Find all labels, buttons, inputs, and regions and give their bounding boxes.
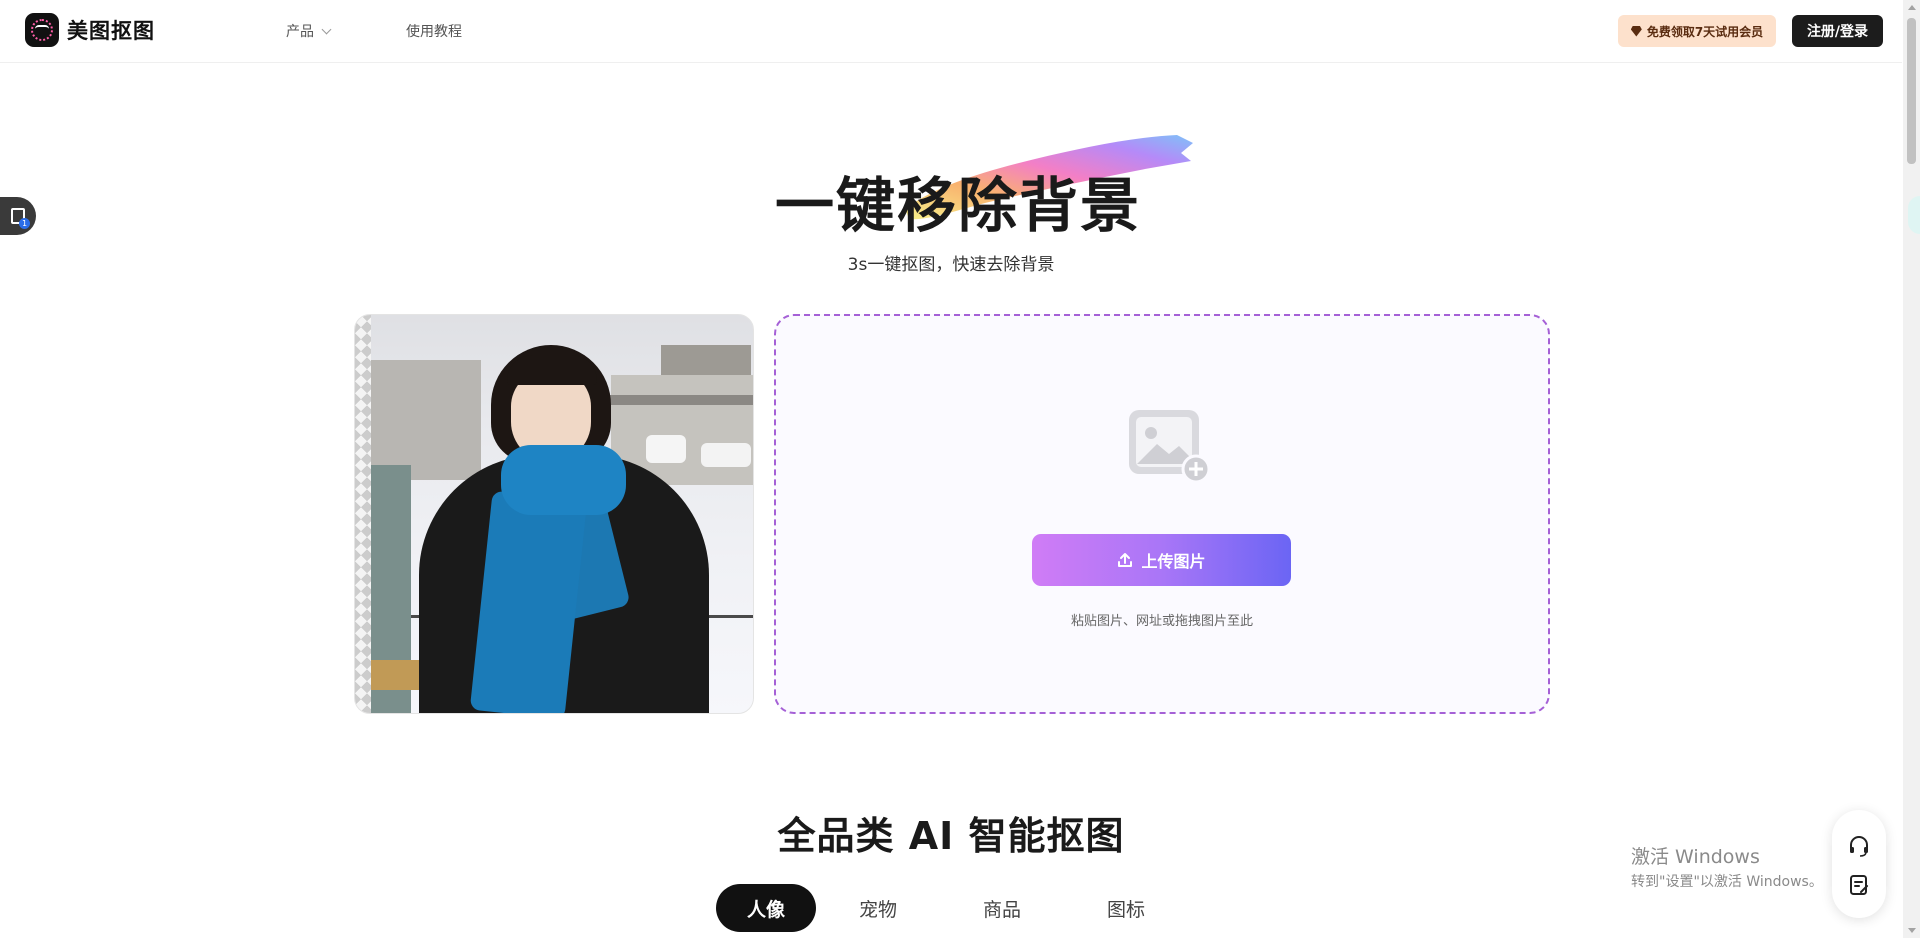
section-title: 全品类 AI 智能抠图: [777, 814, 1125, 858]
top-header: 美图抠图 产品 使用教程 免费领取7天试用会员 注册/登录: [0, 0, 1902, 63]
side-edge-tab[interactable]: [1908, 196, 1920, 234]
transparency-strip: [355, 315, 371, 713]
feedback-edit-icon[interactable]: [1847, 873, 1871, 897]
hero-subtitle: 3s一键抠图，快速去除背景: [847, 255, 1055, 275]
nav-products-label: 产品: [286, 24, 314, 40]
nav-tutorial[interactable]: 使用教程: [406, 21, 462, 41]
upload-hint-text: 粘贴图片、网址或拖拽图片至此: [1070, 614, 1253, 629]
page-scrollbar[interactable]: [1903, 0, 1920, 938]
upload-dropzone[interactable]: 上传图片 粘贴图片、网址或拖拽图片至此: [774, 314, 1550, 714]
scroll-up-arrow-icon[interactable]: [1908, 5, 1916, 10]
example-portrait-image: [371, 315, 753, 713]
free-vip-trial-label: 免费领取7天试用会员: [1646, 24, 1764, 39]
scroll-down-arrow-icon[interactable]: [1908, 928, 1916, 933]
tab-product[interactable]: 商品: [940, 884, 1064, 932]
category-tabs: 人像 宠物 商品 图标: [716, 884, 1188, 932]
upload-image-label: 上传图片: [1141, 552, 1206, 571]
floating-doc-widget[interactable]: 1: [0, 197, 36, 235]
logo[interactable]: 美图抠图: [25, 13, 155, 47]
free-vip-trial-button[interactable]: 免费领取7天试用会员: [1618, 15, 1776, 47]
side-toolbar: [1832, 810, 1886, 918]
headset-icon[interactable]: [1847, 834, 1871, 858]
upload-image-button[interactable]: 上传图片: [1032, 534, 1291, 586]
windows-activation-watermark: 激活 Windows 转到"设置"以激活 Windows。: [1631, 842, 1823, 891]
notification-badge: 1: [19, 218, 30, 229]
chevron-down-icon: [321, 24, 332, 34]
add-image-icon: [1129, 410, 1211, 484]
nav-products[interactable]: 产品: [286, 21, 332, 41]
logo-text: 美图抠图: [67, 19, 155, 43]
upload-icon: [1118, 553, 1133, 567]
scroll-thumb[interactable]: [1907, 18, 1916, 164]
hero-title-block: 一键移除背景: [775, 128, 1205, 243]
watermark-line2: 转到"设置"以激活 Windows。: [1631, 874, 1823, 890]
tab-pet[interactable]: 宠物: [816, 884, 940, 932]
example-photo-card[interactable]: [354, 314, 754, 714]
tab-portrait[interactable]: 人像: [716, 884, 816, 932]
logo-icon: [25, 13, 59, 47]
tab-icon[interactable]: 图标: [1064, 884, 1188, 932]
register-login-button[interactable]: 注册/登录: [1792, 15, 1883, 47]
hero-title: 一键移除背景: [775, 171, 1142, 240]
diamond-icon: [1630, 25, 1642, 37]
nav-tutorial-label: 使用教程: [406, 24, 462, 40]
watermark-line1: 激活 Windows: [1631, 846, 1760, 868]
